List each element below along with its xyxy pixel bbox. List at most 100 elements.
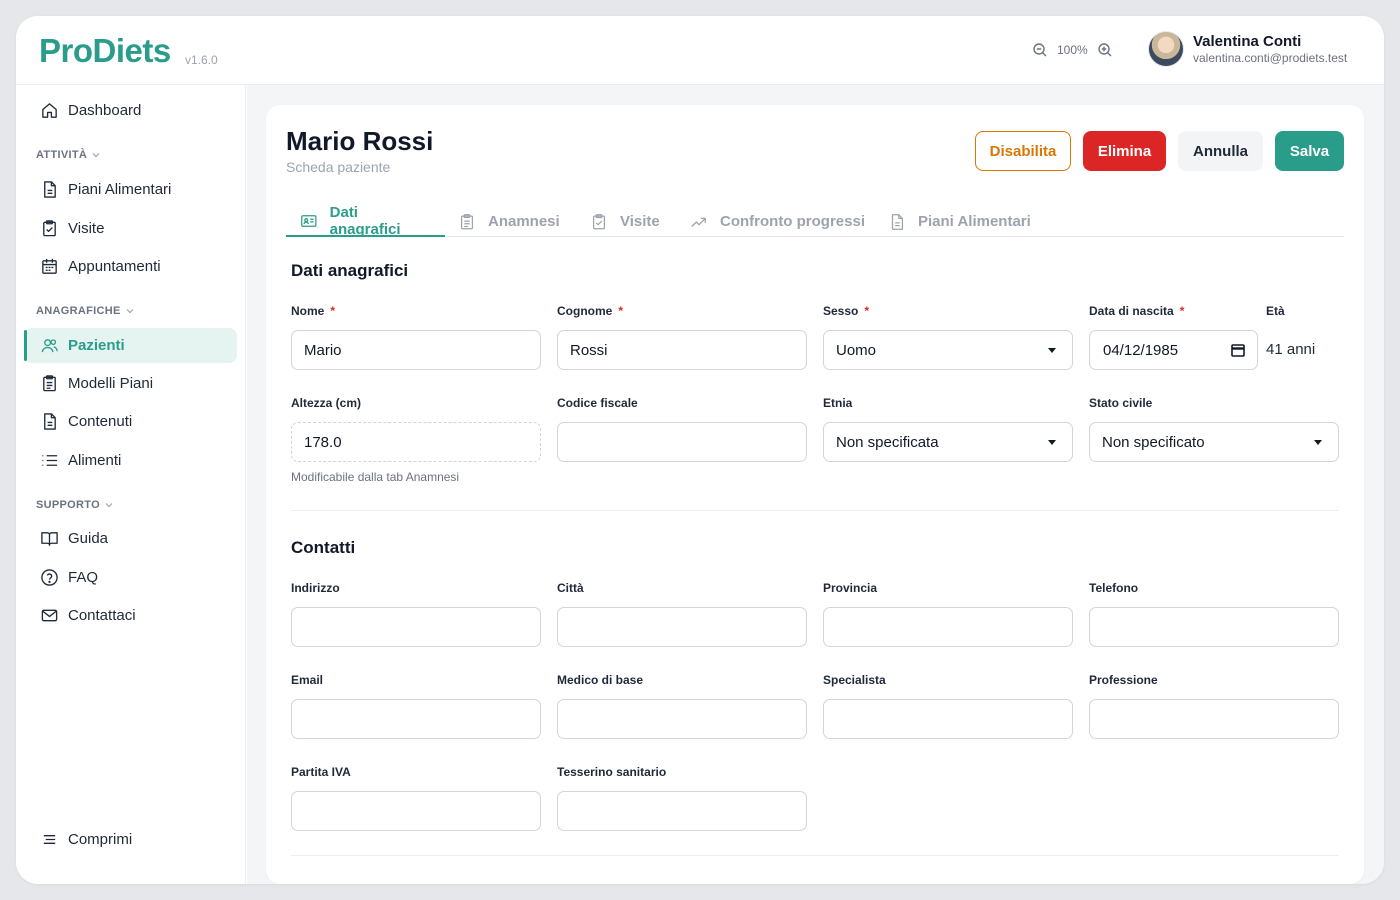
sidebar-item-label: Pazienti: [68, 337, 125, 354]
tab-label: Anamnesi: [488, 213, 560, 230]
app-logo[interactable]: ProDiets: [39, 32, 171, 70]
app-window: ProDiets v1.6.0 100% Valentina Conti val…: [16, 16, 1384, 884]
patient-card: Mario Rossi Scheda paziente Disabilita E…: [266, 105, 1364, 884]
tab-visite[interactable]: Visite: [576, 206, 674, 237]
zoom-out-icon[interactable]: [1032, 42, 1048, 58]
section-label-anagrafiche[interactable]: ANAGRAFICHE: [36, 305, 135, 317]
sidebar: Dashboard ATTIVITÀ Piani Alimentari Visi…: [16, 85, 246, 884]
tab-label: Piani Alimentari: [918, 213, 1031, 230]
label-stato-civile: Stato civile: [1089, 396, 1153, 410]
sidebar-item-label: Dashboard: [68, 102, 142, 119]
sidebar-item-label: Appuntamenti: [68, 258, 161, 275]
address-field[interactable]: [291, 607, 541, 647]
clipboard-list-icon: [460, 213, 474, 229]
email-field[interactable]: [291, 699, 541, 739]
city-field[interactable]: [557, 607, 807, 647]
vat-field[interactable]: [291, 791, 541, 831]
province-field[interactable]: [823, 607, 1073, 647]
sidebar-item-contenuti[interactable]: Contenuti: [24, 404, 237, 439]
book-icon: [41, 532, 58, 546]
label-altezza: Altezza (cm): [291, 396, 362, 410]
gp-field[interactable]: [557, 699, 807, 739]
list-icon: [42, 455, 58, 466]
page-subtitle: Scheda paziente: [286, 159, 391, 175]
home-icon: [42, 103, 57, 118]
field-value: Non specificata: [836, 433, 939, 451]
field-value: Rossi: [570, 341, 608, 359]
sidebar-item-dashboard[interactable]: Dashboard: [24, 93, 237, 128]
section-title-dati-anagrafici: Dati anagrafici: [291, 261, 409, 280]
avatar[interactable]: [1148, 31, 1184, 67]
sidebar-item-guida[interactable]: Guida: [24, 521, 237, 556]
divider: [291, 510, 1339, 511]
sidebar-item-label: Visite: [68, 220, 105, 237]
birth-date-field[interactable]: 04/12/1985: [1089, 330, 1258, 370]
save-button[interactable]: Salva: [1275, 131, 1344, 171]
clipboard-check-icon: [43, 220, 56, 237]
label-eta: Età: [1266, 304, 1285, 318]
sidebar-item-visite[interactable]: Visite: [24, 211, 237, 246]
sidebar-item-label: Contenuti: [68, 413, 133, 430]
section-label-supporto[interactable]: SUPPORTO: [36, 499, 114, 511]
first-name-field[interactable]: Mario: [291, 330, 541, 370]
sidebar-item-appuntamenti[interactable]: Appuntamenti: [24, 249, 237, 284]
section-label-text: ATTIVITÀ: [36, 149, 88, 161]
sidebar-item-label: Modelli Piani: [68, 375, 154, 392]
sidebar-item-faq[interactable]: FAQ: [24, 560, 237, 595]
sidebar-item-label: Contattaci: [68, 607, 136, 624]
clipboard-list-icon: [43, 375, 56, 392]
label-citta: Città: [557, 581, 584, 595]
caret-down-icon: [1048, 348, 1056, 353]
field-value: 04/12/1985: [1103, 341, 1179, 359]
phone-field[interactable]: [1089, 607, 1339, 647]
specialist-field[interactable]: [823, 699, 1073, 739]
tab-bar: Dati anagrafici Anamnesi Visite Confront…: [286, 204, 1344, 238]
label-sesso: Sesso *: [823, 304, 870, 318]
cancel-button[interactable]: Annulla: [1178, 131, 1263, 171]
delete-button[interactable]: Elimina: [1083, 131, 1166, 171]
last-name-field[interactable]: Rossi: [557, 330, 807, 370]
sex-select[interactable]: Uomo: [823, 330, 1073, 370]
divider: [291, 855, 1339, 856]
page-title: Mario Rossi: [286, 126, 434, 156]
sidebar-item-label: Alimenti: [68, 452, 122, 469]
tab-anamnesi[interactable]: Anamnesi: [444, 206, 574, 237]
user-menu[interactable]: Valentina Conti valentina.conti@prodiets…: [1148, 31, 1347, 67]
ethnicity-select[interactable]: Non specificata: [823, 422, 1073, 462]
tab-confronto-progressi[interactable]: Confronto progressi: [676, 206, 879, 237]
clipboard-check-icon: [592, 213, 606, 229]
user-name: Valentina Conti: [1193, 33, 1302, 50]
label-professione: Professione: [1089, 673, 1158, 687]
sidebar-item-modelli-piani[interactable]: Modelli Piani: [24, 366, 237, 401]
sidebar-item-label: Comprimi: [68, 831, 133, 848]
disable-button[interactable]: Disabilita: [975, 131, 1071, 171]
section-title-contatti: Contatti: [291, 538, 356, 557]
tab-dati-anagrafici[interactable]: Dati anagrafici: [286, 204, 445, 238]
app-version: v1.6.0: [185, 53, 218, 67]
menu-icon: [43, 835, 56, 844]
document-icon: [891, 213, 904, 230]
field-value: Mario: [304, 341, 342, 359]
top-header: ProDiets v1.6.0 100% Valentina Conti val…: [16, 16, 1384, 85]
sidebar-collapse-button[interactable]: Comprimi: [24, 822, 237, 857]
sidebar-item-label: FAQ: [68, 569, 99, 586]
sidebar-item-piani-alimentari[interactable]: Piani Alimentari: [24, 172, 237, 207]
tax-code-field[interactable]: [557, 422, 807, 462]
document-icon: [44, 413, 56, 430]
sidebar-item-pazienti[interactable]: Pazienti: [24, 328, 237, 363]
label-medico-base: Medico di base: [557, 673, 644, 687]
tab-piani-alimentari[interactable]: Piani Alimentari: [874, 206, 1045, 237]
section-label-text: SUPPORTO: [36, 499, 100, 511]
profession-field[interactable]: [1089, 699, 1339, 739]
zoom-in-icon[interactable]: [1097, 42, 1113, 58]
health-card-field[interactable]: [557, 791, 807, 831]
label-specialista: Specialista: [823, 673, 886, 687]
sidebar-item-alimenti[interactable]: Alimenti: [24, 443, 237, 478]
document-icon: [44, 181, 56, 198]
trending-up-icon: [691, 217, 706, 227]
sidebar-item-contattaci[interactable]: Contattaci: [24, 598, 237, 633]
calendar-icon: [42, 258, 57, 274]
section-label-attivita[interactable]: ATTIVITÀ: [36, 149, 101, 161]
marital-status-select[interactable]: Non specificato: [1089, 422, 1339, 462]
calendar-icon[interactable]: [1230, 342, 1246, 358]
